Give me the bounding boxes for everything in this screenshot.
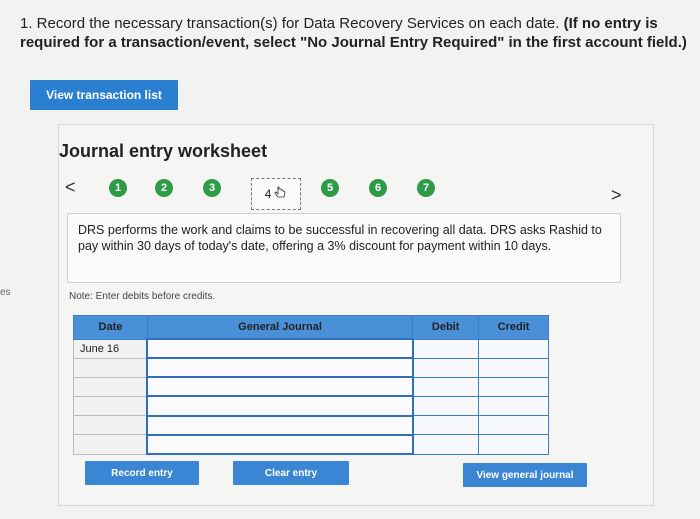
date-cell[interactable] bbox=[73, 395, 148, 417]
step-4-label: 4 bbox=[264, 187, 272, 201]
step-1[interactable]: 1 bbox=[109, 179, 127, 197]
worksheet-title: Journal entry worksheet bbox=[59, 141, 268, 161]
account-field[interactable] bbox=[146, 357, 414, 379]
credit-field[interactable] bbox=[478, 434, 549, 455]
journal-entry-table: Date General Journal Debit Credit June 1… bbox=[73, 315, 549, 456]
journal-entry-worksheet: Journal entry worksheet < 1 2 3 4 5 6 7 … bbox=[58, 124, 654, 506]
step-5[interactable]: 5 bbox=[321, 179, 339, 197]
table-row bbox=[73, 357, 549, 379]
credit-field[interactable] bbox=[478, 357, 549, 378]
clear-entry-button[interactable]: Clear entry bbox=[233, 461, 349, 485]
date-column-header: Date bbox=[73, 315, 148, 340]
account-field[interactable] bbox=[146, 395, 414, 417]
step-2[interactable]: 2 bbox=[155, 179, 173, 197]
credit-field[interactable] bbox=[478, 395, 549, 417]
debit-field[interactable] bbox=[412, 357, 480, 378]
step-6[interactable]: 6 bbox=[369, 179, 387, 197]
account-field[interactable] bbox=[146, 433, 414, 456]
record-entry-button[interactable]: Record entry bbox=[85, 461, 199, 485]
debit-field[interactable] bbox=[412, 395, 480, 417]
debit-column-header: Debit bbox=[412, 315, 480, 340]
date-cell[interactable] bbox=[73, 357, 148, 378]
prev-arrow-icon[interactable]: < bbox=[65, 177, 76, 198]
date-cell[interactable] bbox=[73, 415, 148, 436]
table-row: June 16 bbox=[73, 337, 549, 360]
side-fragment: es bbox=[0, 287, 11, 298]
table-row bbox=[73, 376, 549, 398]
credit-column-header: Credit bbox=[478, 315, 549, 340]
transaction-description: DRS performs the work and claims to be s… bbox=[67, 213, 621, 283]
next-arrow-icon[interactable]: > bbox=[611, 185, 622, 206]
date-cell[interactable] bbox=[73, 376, 148, 397]
instructions-text: 1. Record the necessary transaction(s) f… bbox=[20, 14, 700, 52]
view-general-journal-button[interactable]: View general journal bbox=[463, 463, 587, 487]
account-field[interactable] bbox=[146, 337, 414, 360]
account-field[interactable] bbox=[146, 414, 414, 436]
hand-pointer-icon bbox=[273, 186, 287, 203]
debit-field[interactable] bbox=[412, 376, 480, 397]
table-row bbox=[73, 414, 549, 436]
table-row bbox=[73, 395, 549, 417]
account-field[interactable] bbox=[146, 376, 414, 398]
credit-field[interactable] bbox=[478, 338, 549, 359]
credit-field[interactable] bbox=[478, 376, 549, 397]
step-3[interactable]: 3 bbox=[203, 179, 221, 197]
table-row bbox=[73, 433, 549, 456]
step-7[interactable]: 7 bbox=[417, 179, 435, 197]
debit-credit-note: Note: Enter debits before credits. bbox=[69, 291, 216, 302]
debit-field[interactable] bbox=[412, 338, 480, 359]
debit-field[interactable] bbox=[412, 415, 480, 436]
debit-field[interactable] bbox=[412, 434, 480, 455]
step-4-current[interactable]: 4 bbox=[251, 178, 301, 210]
view-transaction-list-button[interactable]: View transaction list bbox=[30, 80, 178, 110]
general-journal-column-header: General Journal bbox=[146, 315, 414, 340]
date-cell[interactable] bbox=[73, 434, 148, 455]
instructions-main: 1. Record the necessary transaction(s) f… bbox=[20, 15, 564, 32]
date-cell[interactable]: June 16 bbox=[73, 338, 148, 359]
credit-field[interactable] bbox=[478, 415, 549, 436]
